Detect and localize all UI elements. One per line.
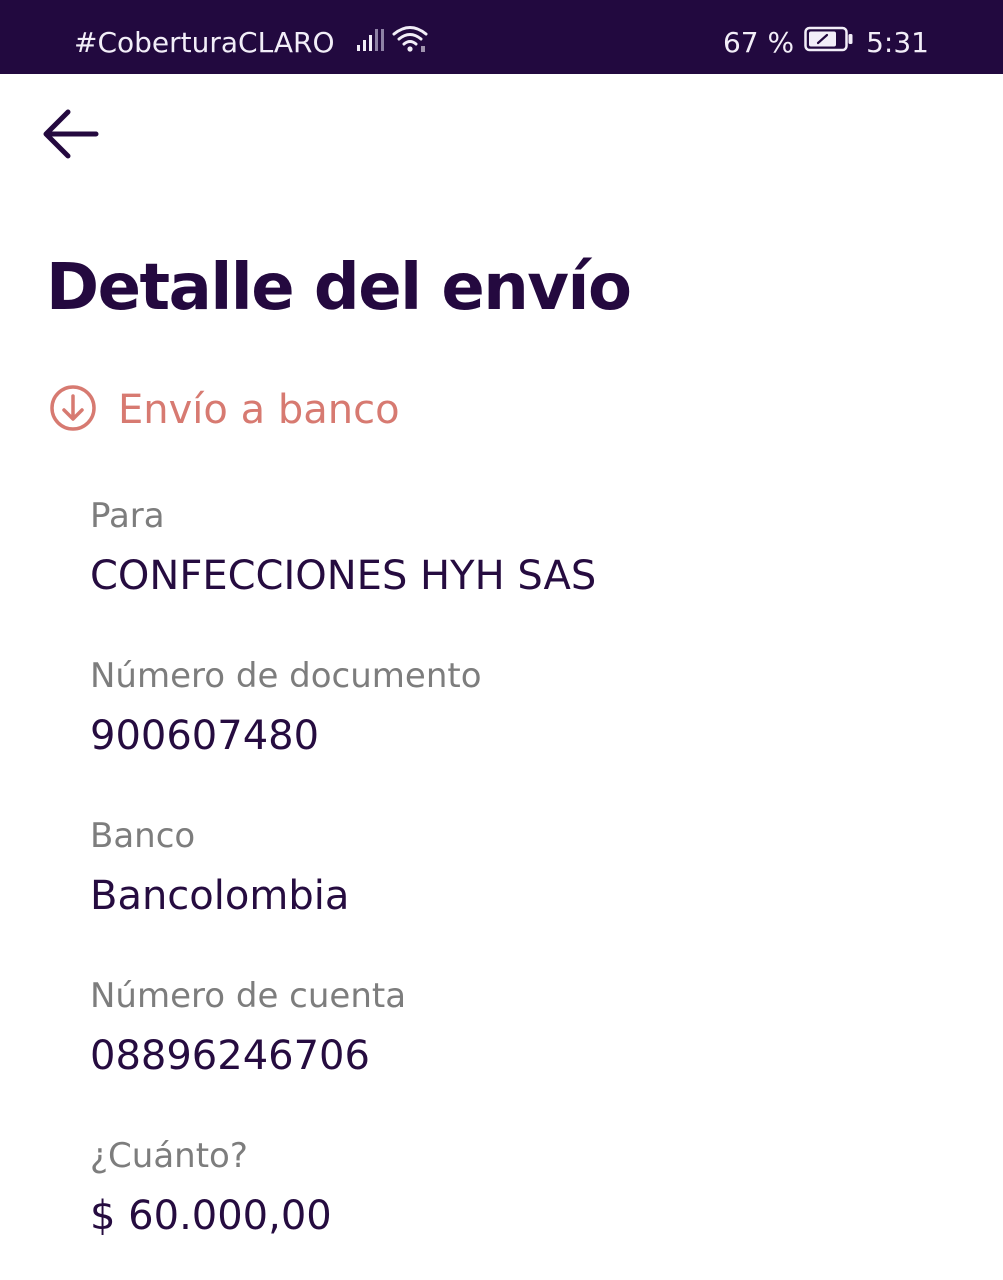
detail-value: Bancolombia bbox=[90, 873, 350, 919]
detail-label: Banco bbox=[90, 816, 196, 856]
detail-value: $ 60.000,00 bbox=[90, 1193, 332, 1239]
page-title: Detalle del envío bbox=[46, 251, 632, 325]
detail-value: 08896246706 bbox=[90, 1033, 370, 1079]
detail-item-banco: Banco Bancolombia bbox=[90, 814, 950, 974]
carrier-label: #CoberturaCLARO bbox=[74, 25, 335, 59]
clock-time: 5:31 bbox=[866, 25, 929, 59]
status-left: #CoberturaCLARO bbox=[74, 22, 429, 62]
detail-label: Número de documento bbox=[90, 656, 482, 696]
detail-item-cuanto: ¿Cuánto? $ 60.000,00 bbox=[90, 1134, 950, 1280]
wifi-icon bbox=[391, 24, 429, 61]
signal-icon bbox=[355, 25, 385, 60]
arrow-left-icon bbox=[40, 106, 100, 166]
status-right: 67 % 5:31 bbox=[723, 22, 929, 62]
detail-label: ¿Cuánto? bbox=[90, 1136, 248, 1176]
detail-label: Número de cuenta bbox=[90, 976, 407, 1016]
detail-item-numero-cuenta: Número de cuenta 08896246706 bbox=[90, 974, 950, 1134]
battery-percent: 67 % bbox=[722, 25, 795, 59]
detail-value: CONFECCIONES HYH SAS bbox=[90, 553, 597, 599]
battery-icon bbox=[804, 26, 854, 59]
detail-item-numero-documento: Número de documento 900607480 bbox=[90, 654, 950, 814]
arrow-down-circle-icon bbox=[48, 383, 98, 437]
detail-value: 900607480 bbox=[90, 713, 320, 759]
transaction-type-label: Envío a banco bbox=[118, 387, 400, 433]
detail-item-para: Para CONFECCIONES HYH SAS bbox=[90, 494, 950, 654]
detail-label: Para bbox=[90, 496, 165, 536]
status-bar: #CoberturaCLARO 67 % 5:31 bbox=[0, 0, 1003, 74]
detail-list: Para CONFECCIONES HYH SAS Número de docu… bbox=[90, 494, 950, 1280]
transaction-type: Envío a banco bbox=[48, 384, 400, 436]
back-button[interactable] bbox=[30, 100, 110, 172]
